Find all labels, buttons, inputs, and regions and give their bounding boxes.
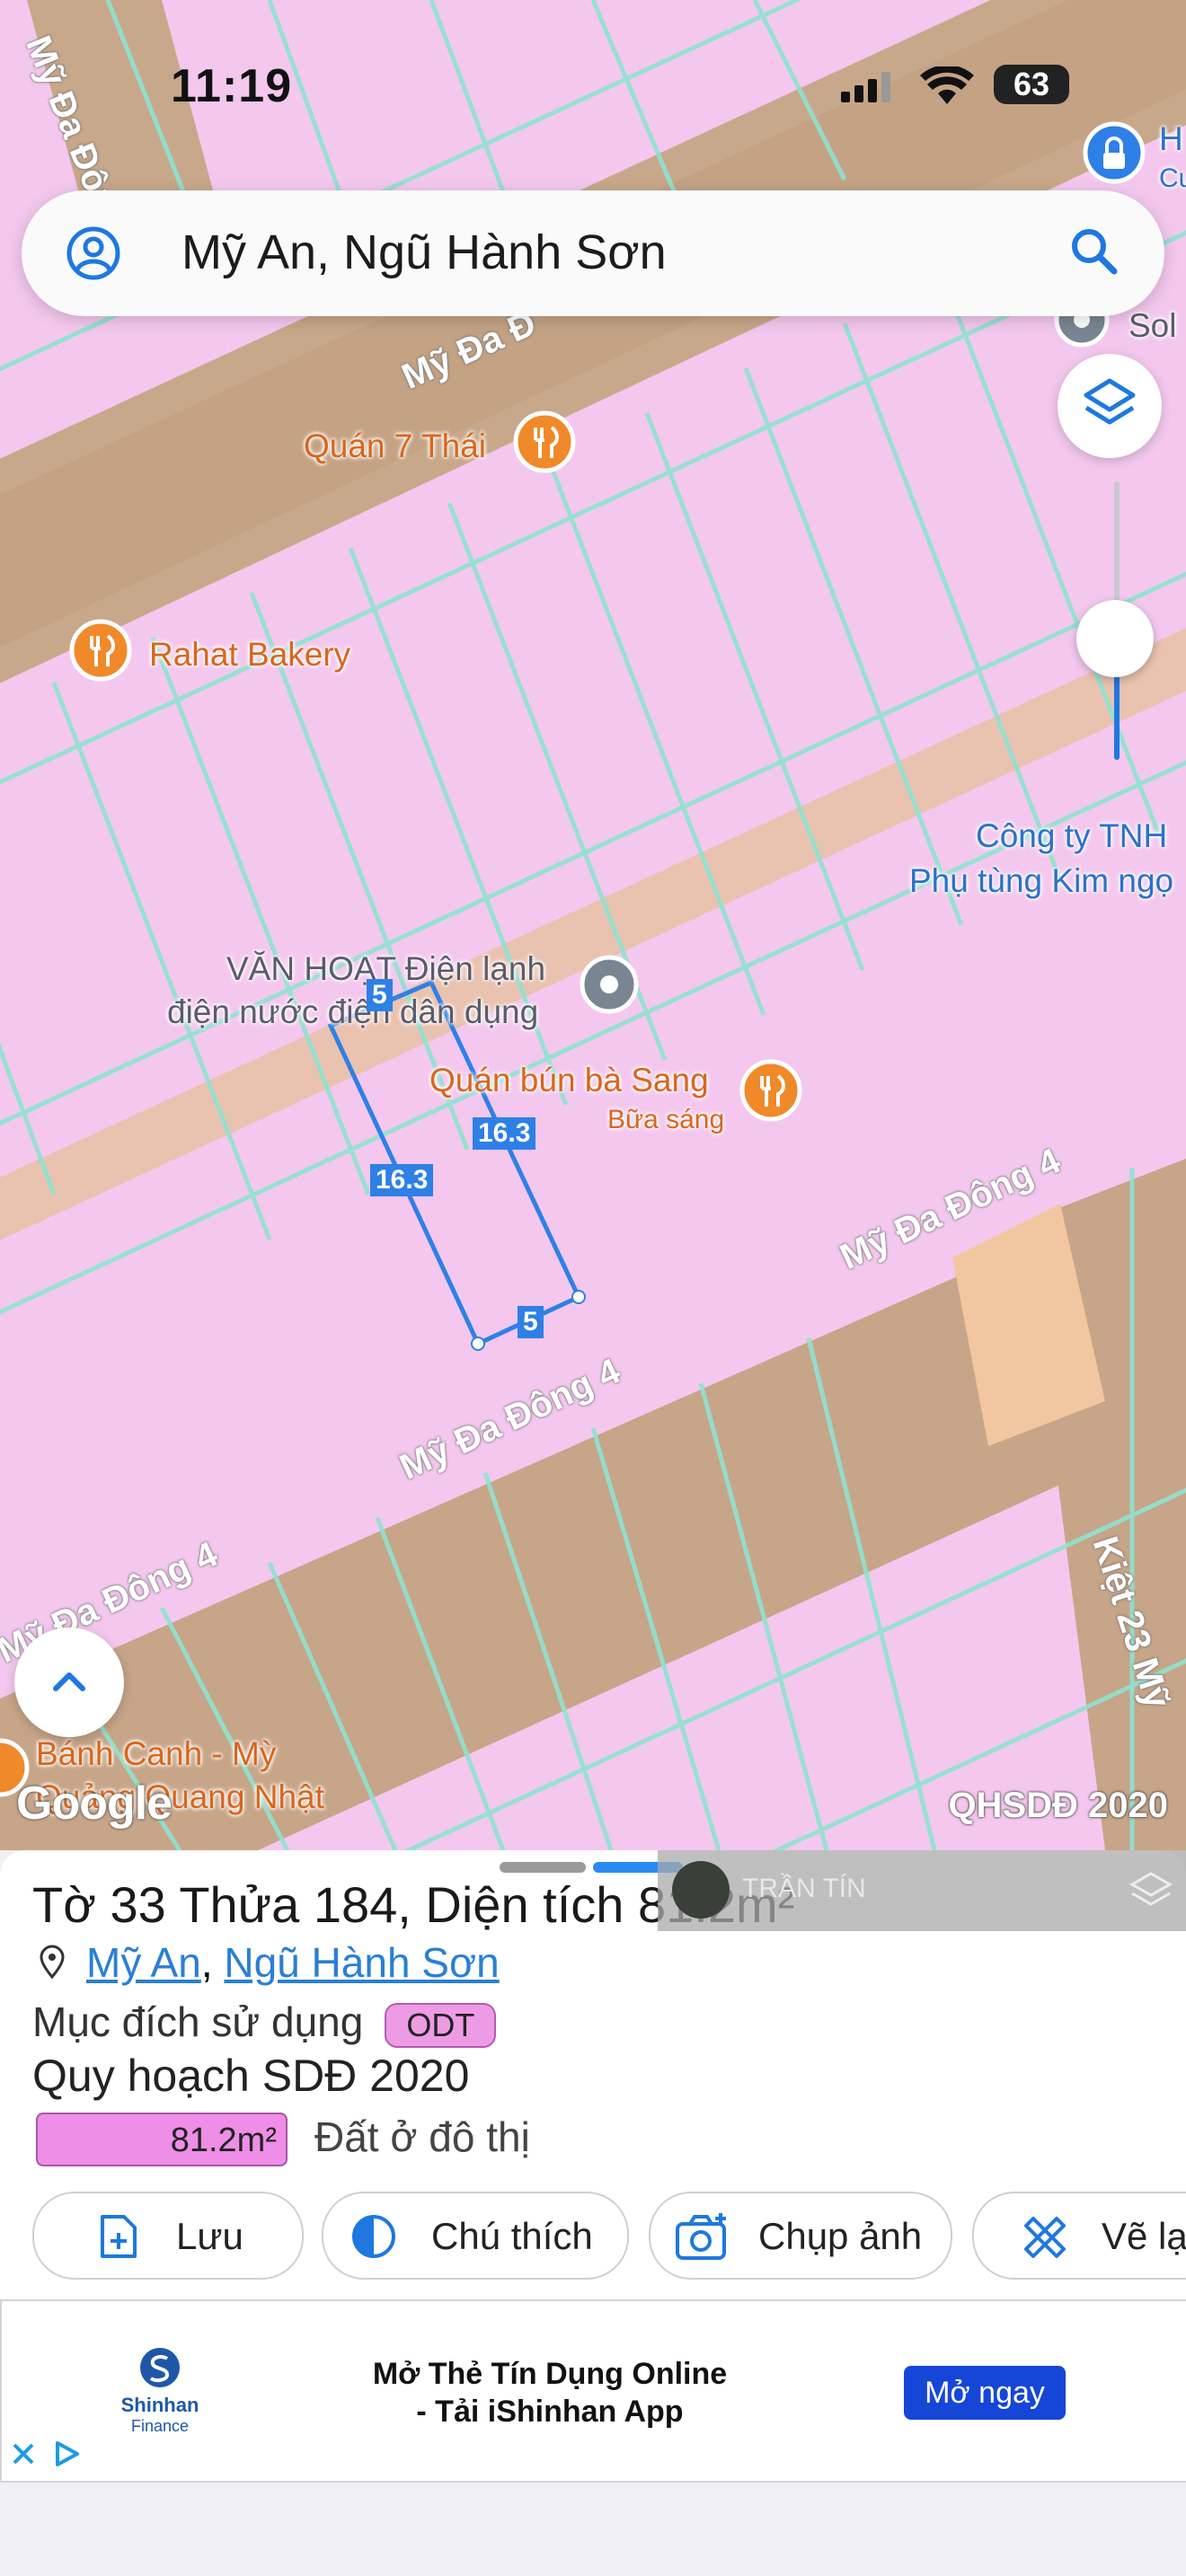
avatar [672,1861,730,1919]
poi-label[interactable]: Quán bún bà Sang [429,1062,709,1099]
signal-icon [841,72,890,102]
bottom-safe-area [0,2483,1186,2576]
layers-icon [1128,1872,1173,1906]
camera-add-icon [676,2213,726,2260]
search-input[interactable]: Mỹ An, Ngũ Hành Sơn [181,225,667,280]
battery-icon: 63 [994,65,1069,104]
area-value: 81.2m² [170,2122,277,2159]
layers-button[interactable] [1058,354,1162,458]
place-pin-icon[interactable] [580,955,639,1014]
save-label: Lưu [176,2215,243,2257]
ad-copy-line: Mở Thẻ Tín Dụng Online [372,2357,728,2391]
advertiser-logo: Shinhan Finance [115,2346,205,2436]
plan-label: Quy hoạch SDĐ 2020 [32,2051,470,2101]
expand-button[interactable] [14,1628,124,1737]
poi-label[interactable]: Công ty TNH [976,817,1167,855]
poi-label[interactable]: Bánh Canh - Mỳ [36,1735,276,1773]
poi-label[interactable]: Rahat Bakery [149,636,350,674]
google-logo: Google [16,1778,173,1830]
action-bar: Lưu Chú thích Chụp ảnh Vẽ lạ [0,2192,1186,2281]
advertiser-name: Shinhan [120,2394,199,2416]
contrast-icon [352,2215,395,2258]
area-bar: 81.2m² [36,2113,288,2166]
ward-link[interactable]: Mỹ An [86,1939,201,1986]
map-layer-label: QHSDĐ 2020 [948,1786,1168,1825]
poi-sublabel: Bữa sáng [607,1105,725,1134]
legend-button[interactable]: Chú thích [322,2192,629,2280]
layers-icon [1084,378,1136,425]
location-separator: , [200,1939,225,1986]
purpose-label: Mục đích sử dụng [32,1998,364,2045]
status-time: 11:19 [171,60,293,112]
opacity-slider-handle[interactable] [1076,600,1154,677]
ad-close-icon[interactable] [11,2438,83,2470]
restaurant-pin-icon[interactable] [69,619,132,682]
ad-copy-line: - Tải iShinhan App [416,2395,684,2429]
location-line: Mỹ An, Ngũ Hành Sơn [36,1938,500,1987]
photo-label: Chụp ảnh [758,2215,923,2257]
ad-banner[interactable]: Shinhan Finance Mở Thẻ Tín Dụng Online -… [0,2299,1186,2483]
search-bar[interactable]: Mỹ An, Ngũ Hành Sơn [22,190,1164,316]
area-description: Đất ở đô thị [314,2113,530,2160]
shinhan-logo-icon [140,2348,180,2387]
poi-label[interactable]: Phụ tùng Kim ngọ [909,862,1173,900]
search-icon[interactable] [1067,225,1121,278]
poi-label[interactable]: Sol [1128,307,1176,345]
location-pin-icon [40,1945,65,1980]
sheet-handle[interactable] [500,1862,586,1873]
user-overlay: TRẦN TÍN [658,1850,1186,1931]
restaurant-pin-icon[interactable] [513,410,576,473]
ad-cta-button[interactable]: Mở ngay [904,2366,1066,2420]
draw-label: Vẽ lạ [1102,2215,1186,2257]
restaurant-pin-icon[interactable] [739,1059,802,1122]
wifi-icon [920,66,974,104]
file-add-icon [101,2215,137,2258]
dimension-label: 16.3 [473,1117,536,1150]
status-bar: 11:19 63 [0,0,1186,180]
ruler-pencil-icon [1024,2217,1066,2258]
ad-copy: Mở Thẻ Tín Dụng Online - Tải iShinhan Ap… [343,2355,757,2430]
draw-button[interactable]: Vẽ lạ [972,2192,1186,2280]
poi-label[interactable]: Quán 7 Thái [304,428,486,465]
dimension-label: 16.3 [370,1164,434,1196]
dimension-label: 5 [518,1306,544,1338]
advertiser-subname: Finance [130,2417,190,2435]
purpose-code-badge: ODT [385,2002,497,2048]
chevron-up-icon [53,1672,85,1691]
save-button[interactable]: Lưu [32,2192,304,2280]
poi-label[interactable]: điện nước điện dân dụng [167,993,538,1031]
user-name: TRẦN TÍN [742,1874,866,1903]
photo-button[interactable]: Chụp ảnh [649,2192,952,2280]
account-icon[interactable] [65,225,122,282]
dimension-label: 5 [367,979,393,1011]
land-purpose: Mục đích sử dụng ODT [32,1998,497,2048]
legend-label: Chú thích [431,2215,593,2257]
district-link[interactable]: Ngũ Hành Sơn [224,1939,499,1986]
